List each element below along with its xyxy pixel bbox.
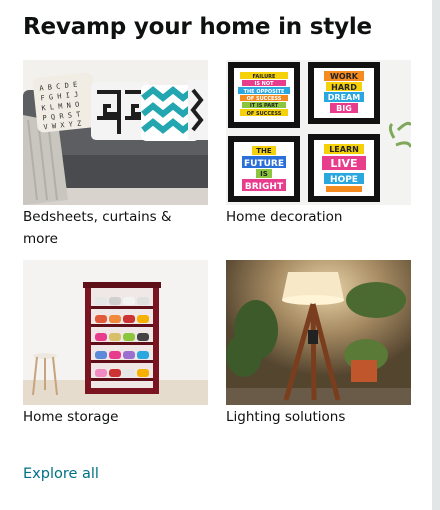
tripod-floor-lamp-image[interactable] [226,260,411,405]
svg-text:HARD: HARD [331,83,357,92]
explore-all-link[interactable]: Explore all [23,466,99,482]
svg-text:FUTURE: FUTURE [244,159,284,169]
card-title: Revamp your home in style [23,14,372,40]
framed-wall-art-image[interactable]: FAILURE IS NOT THE OPPOSITE OF SUCCESS I… [226,60,411,205]
shoe-rack-image[interactable] [23,260,208,405]
svg-text:IS NOT: IS NOT [254,81,274,87]
tile-lighting-solutions[interactable]: Lighting solutions [226,260,411,428]
svg-text:IS: IS [260,170,268,178]
svg-text:OF SUCCESS: OF SUCCESS [247,111,282,117]
sofa-cushions-image[interactable]: A B C D E F G H I J K L M N O P Q R S T … [23,60,208,205]
svg-text:LEARN: LEARN [329,145,359,154]
tile-label[interactable]: Lighting solutions [226,406,411,428]
category-card: Revamp your home in style A B C D E F G … [0,0,432,510]
tile-label[interactable]: Home decoration [226,206,411,228]
tile-home-decoration[interactable]: FAILURE IS NOT THE OPPOSITE OF SUCCESS I… [226,60,411,228]
svg-text:THE OPPOSITE: THE OPPOSITE [244,89,285,95]
tile-label[interactable]: Home storage [23,406,208,428]
svg-text:HOPE: HOPE [330,175,358,185]
svg-text:OF SUCCESS: OF SUCCESS [247,96,282,102]
tile-home-storage[interactable]: Home storage [23,260,208,428]
tile-bedsheets[interactable]: A B C D E F G H I J K L M N O P Q R S T … [23,60,208,250]
svg-text:DREAM: DREAM [328,93,360,102]
svg-text:IT IS PART: IT IS PART [250,103,279,109]
svg-text:BRIGHT: BRIGHT [245,182,284,192]
tile-label[interactable]: Bedsheets, curtains & more [23,206,208,250]
svg-text:LIVE: LIVE [330,157,357,170]
svg-text:WORK: WORK [330,72,359,81]
poster-text: FAILURE [253,74,276,80]
svg-text:THE: THE [256,147,272,155]
svg-text:BIG: BIG [336,104,352,113]
